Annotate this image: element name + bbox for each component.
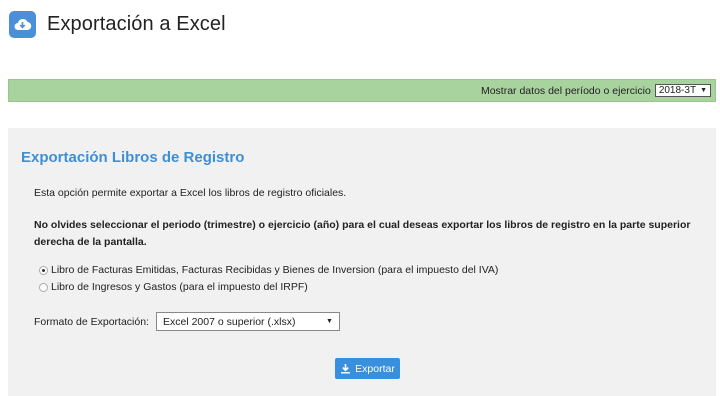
format-label: Formato de Exportación:	[34, 315, 149, 328]
period-label: Mostrar datos del período o ejercicio	[480, 84, 651, 97]
radio-button-checked[interactable]	[39, 265, 48, 275]
period-bar: Mostrar datos del período o ejercicio 20…	[8, 79, 716, 102]
radio-label-irpf: Libro de Ingresos y Gastos (para el impu…	[51, 281, 308, 293]
period-select-value: 2018-3T	[658, 84, 697, 96]
radio-label-iva: Libro de Facturas Emitidas, Facturas Rec…	[51, 264, 499, 276]
export-button[interactable]: Exportar	[335, 358, 400, 379]
intro-text: Esta opción permite exportar a Excel los…	[34, 187, 347, 199]
page-title: Exportación a Excel	[47, 12, 226, 35]
period-select[interactable]: 2018-3T ▼	[654, 84, 711, 97]
radio-option-iva[interactable]: Libro de Facturas Emitidas, Facturas Rec…	[39, 264, 498, 276]
download-icon	[341, 364, 351, 374]
dropdown-arrow-icon: ▼	[700, 86, 707, 94]
cloud-download-icon	[9, 10, 36, 38]
page-header: Exportación a Excel	[9, 10, 226, 38]
radio-option-irpf[interactable]: Libro de Ingresos y Gastos (para el impu…	[39, 281, 308, 293]
radio-button[interactable]	[39, 282, 48, 292]
panel-title: Exportación Libros de Registro	[21, 149, 245, 166]
format-row: Formato de Exportación: Excel 2007 o sup…	[34, 312, 340, 331]
dropdown-arrow-icon: ▼	[326, 318, 333, 325]
format-select[interactable]: Excel 2007 o superior (.xlsx) ▼	[155, 312, 340, 331]
warning-text: No olvides seleccionar el periodo (trime…	[34, 219, 691, 248]
export-panel: Exportación Libros de Registro Esta opci…	[8, 128, 716, 396]
format-select-value: Excel 2007 o superior (.xlsx)	[162, 315, 296, 328]
export-button-label: Exportar	[355, 362, 395, 375]
